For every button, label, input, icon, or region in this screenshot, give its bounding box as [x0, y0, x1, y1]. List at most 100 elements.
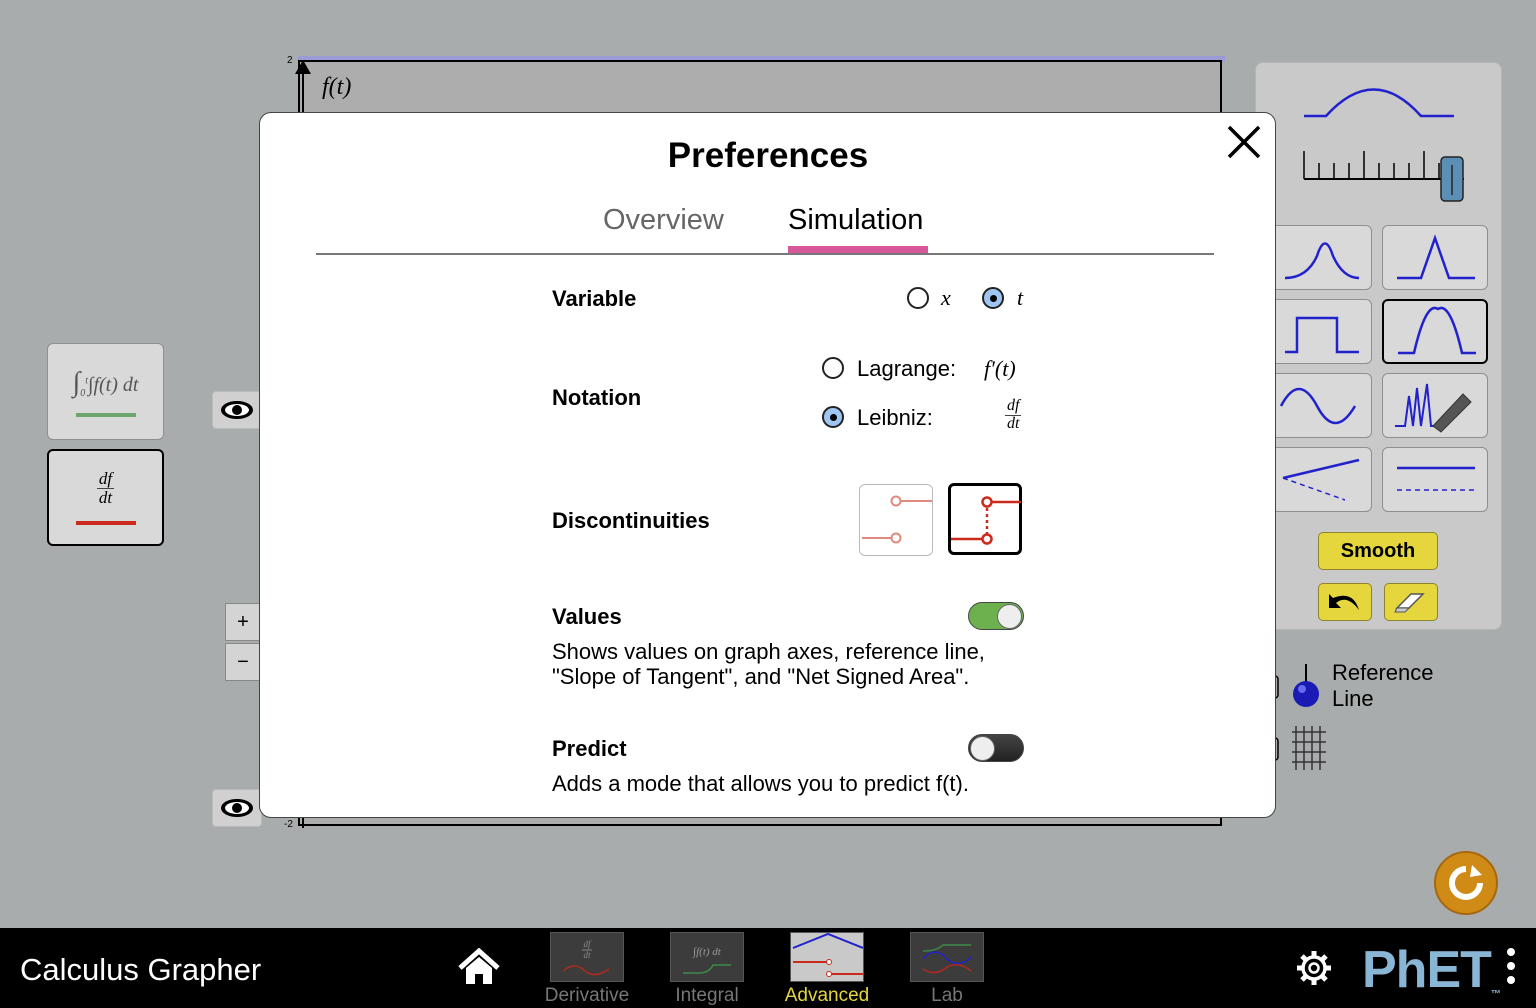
lagrange-radio[interactable] — [822, 357, 844, 379]
discontinuities-label: Discontinuities — [552, 508, 710, 533]
derivative-color-swatch — [75, 520, 136, 525]
graph-title: f(t) — [322, 74, 352, 100]
variable-x-label: x — [941, 285, 951, 310]
parabola-shape-button[interactable] — [1382, 299, 1488, 364]
smooth-button[interactable]: Smooth — [1318, 532, 1438, 570]
svg-text:dt: dt — [583, 950, 591, 960]
eye-toggle-button[interactable] — [212, 789, 262, 827]
discontinuities-gap-button[interactable] — [859, 484, 933, 556]
screen-button-advanced[interactable]: Advanced — [777, 932, 877, 1008]
screen-label-integral: Integral — [675, 985, 739, 1006]
reset-all-button[interactable] — [1434, 851, 1498, 915]
close-icon — [1227, 125, 1261, 159]
variable-t-label: t — [1017, 285, 1024, 310]
values-description-line2: "Slope of Tangent", and "Net Signed Area… — [552, 664, 970, 689]
pedestal-icon — [1285, 316, 1359, 354]
derivative-curve-toggle[interactable]: df dt — [47, 449, 164, 546]
integral-formula: ∫0t∫f(t) dt — [72, 366, 139, 399]
y-axis-arrow — [295, 60, 311, 74]
screen-label-advanced: Advanced — [784, 985, 870, 1006]
leibniz-label: Leibniz: — [857, 405, 933, 430]
kebab-dot-icon — [1507, 962, 1515, 970]
options-menu-button[interactable] — [1507, 948, 1515, 984]
home-button[interactable] — [456, 947, 502, 991]
screen-label-lab: Lab — [931, 985, 963, 1006]
discontinuity-gap-icon — [862, 495, 932, 544]
tilt-shape-button[interactable] — [1266, 447, 1372, 512]
derivative-denominator: dt — [98, 488, 113, 507]
values-label: Values — [552, 604, 622, 629]
phet-logo-text: PhET — [1362, 941, 1492, 999]
gaussian-icon — [1284, 242, 1360, 280]
integral-color-swatch — [75, 412, 136, 417]
gear-icon — [1297, 951, 1331, 985]
predict-label: Predict — [552, 736, 627, 761]
reference-line-label-line1: Reference — [1332, 660, 1434, 685]
phet-logo[interactable]: PhET™ — [1362, 940, 1501, 1000]
leibniz-denominator: dt — [1007, 414, 1020, 432]
screen-button-integral[interactable]: ∫f(t) dt Integral — [657, 932, 757, 1008]
tabs-divider — [316, 253, 1214, 255]
leibniz-symbol: df dt — [1005, 397, 1022, 433]
values-toggle[interactable] — [968, 602, 1024, 630]
discontinuities-connected-button[interactable] — [948, 483, 1023, 555]
variable-t-radio[interactable] — [982, 287, 1004, 309]
tab-overview[interactable]: Overview — [603, 204, 724, 237]
leibniz-numerator: df — [1005, 397, 1022, 416]
zoom-in-button[interactable]: + — [225, 603, 261, 641]
reference-line-label-line2: Line — [1332, 686, 1374, 711]
eye-toggle-button[interactable] — [212, 391, 262, 429]
shift-shape-button[interactable] — [1382, 447, 1488, 512]
sinusoid-icon — [1279, 387, 1357, 425]
lagrange-symbol: f′(t) — [984, 356, 1016, 381]
eye-icon — [221, 401, 253, 419]
triangle-icon — [1397, 234, 1475, 280]
dialog-title: Preferences — [667, 136, 869, 175]
home-icon — [458, 947, 500, 984]
tilt-icon — [1282, 458, 1360, 501]
values-description-line1: Shows values on graph axes, reference li… — [552, 639, 985, 664]
preferences-dialog — [259, 112, 1276, 818]
integral-curve-toggle[interactable]: ∫0t∫f(t) dt — [47, 343, 164, 440]
leibniz-radio[interactable] — [822, 406, 844, 428]
variable-label: Variable — [552, 286, 637, 311]
settings-button[interactable] — [1294, 948, 1334, 993]
y-max-tick-label: 2 — [287, 55, 293, 66]
predict-toggle-knob — [970, 736, 995, 761]
app-title: Calculus Grapher — [20, 952, 262, 987]
parabola-icon — [1398, 306, 1476, 355]
eye-icon — [221, 799, 253, 817]
svg-text:∫f(t) dt: ∫f(t) dt — [692, 946, 722, 958]
advanced-screen-icon — [790, 932, 864, 982]
screen-button-lab[interactable]: Lab — [897, 932, 997, 1008]
discontinuity-connected-icon — [951, 496, 1023, 545]
lab-screen-icon — [910, 932, 984, 982]
screen-button-derivative[interactable]: df dt Derivative — [537, 932, 637, 1008]
eraser-icon — [1394, 593, 1425, 613]
screen-label-derivative: Derivative — [544, 985, 630, 1006]
notation-label: Notation — [552, 385, 642, 410]
y-min-tick-label: -2 — [284, 819, 293, 830]
freeform-shape-button[interactable] — [1382, 373, 1488, 438]
close-dialog-button[interactable] — [1224, 122, 1264, 162]
pedestal-shape-button[interactable] — [1266, 299, 1372, 364]
undo-button[interactable] — [1318, 583, 1372, 621]
lagrange-label: Lagrange: — [857, 356, 957, 381]
eraser-button[interactable] — [1384, 583, 1438, 621]
tab-simulation[interactable]: Simulation — [788, 204, 923, 237]
triangle-shape-button[interactable] — [1382, 225, 1488, 290]
derivative-numerator: df — [96, 469, 115, 489]
variable-x-radio[interactable] — [907, 287, 929, 309]
freeform-pencil-icon — [1395, 383, 1472, 433]
predict-description: Adds a mode that allows you to predict f… — [552, 771, 969, 796]
reference-line-controls — [1272, 664, 1326, 770]
gaussian-shape-button[interactable] — [1266, 225, 1372, 290]
undo-arrow-icon — [1329, 594, 1359, 610]
predict-toggle[interactable] — [968, 734, 1024, 762]
svg-text:df: df — [583, 939, 592, 949]
derivative-screen-icon: df dt — [550, 932, 624, 982]
zoom-out-button[interactable]: − — [225, 643, 261, 681]
values-description: Shows values on graph axes, reference li… — [552, 639, 1032, 689]
kebab-dot-icon — [1507, 976, 1515, 984]
sinusoid-shape-button[interactable] — [1266, 373, 1372, 438]
